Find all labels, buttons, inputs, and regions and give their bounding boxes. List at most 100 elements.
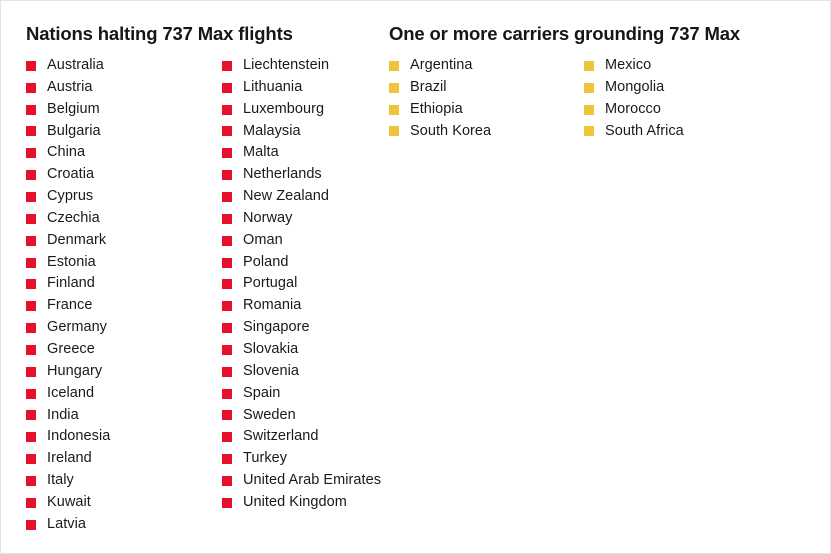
red-square-marker — [26, 301, 36, 312]
list-item: Morocco — [584, 99, 784, 121]
list-item-label: Iceland — [47, 384, 95, 401]
list-item-label: Argentina — [410, 57, 473, 73]
list-item-label: Ireland — [47, 450, 92, 467]
yellow-square-marker — [584, 82, 594, 93]
list-item-label: South Korea — [410, 122, 492, 139]
list-item-label: Finland — [47, 275, 95, 292]
red-square-marker — [222, 279, 232, 290]
list-item-label: India — [47, 406, 79, 423]
list-item: Germany — [26, 317, 222, 339]
list-item: China — [26, 142, 222, 164]
nations-column-1: Australia Austria Belgium Bulgaria China Croa… — [26, 55, 222, 536]
panel-carriers-title: One or more carriers grounding 737 Max — [389, 23, 741, 44]
list-item: Mexico — [584, 55, 784, 77]
list-item-label: Liechtenstein — [243, 57, 330, 73]
list-item-label: Ethiopia — [410, 100, 463, 117]
red-square-marker — [26, 323, 36, 334]
red-square-marker — [26, 257, 36, 268]
list-item-label: Portugal — [243, 275, 298, 292]
list-item: Netherlands — [222, 164, 382, 186]
red-square-marker — [222, 213, 232, 224]
list-item-label: Netherlands — [243, 166, 322, 183]
list-item: Norway — [222, 208, 382, 230]
list-item: Poland — [222, 252, 382, 274]
red-square-marker — [26, 148, 36, 159]
list-item: Spain — [222, 383, 382, 405]
red-square-marker — [222, 257, 232, 268]
list-item: Slovenia — [222, 361, 382, 383]
list-item-label: Czechia — [47, 209, 100, 226]
list-item-label: Cyprus — [47, 188, 94, 205]
red-square-marker — [222, 104, 232, 115]
list-item: Slovakia — [222, 339, 382, 361]
list-item: Brazil — [389, 77, 584, 99]
list-item-label: Slovenia — [243, 362, 300, 379]
list-item-label: United Arab Emirates — [243, 472, 382, 489]
list-item-label: Hungary — [47, 362, 103, 379]
list-item-label: Switzerland — [243, 428, 319, 445]
panel-carriers-grounding: One or more carriers grounding 737 Max A… — [389, 1, 809, 553]
red-square-marker — [222, 366, 232, 377]
red-square-marker — [222, 410, 232, 421]
list-item: Iceland — [26, 383, 222, 405]
infographic-root: Nations halting 737 Max flights Australi… — [0, 0, 831, 554]
yellow-square-marker — [584, 104, 594, 115]
list-item: South Korea — [389, 121, 584, 143]
list-item-label: Morocco — [605, 100, 661, 117]
list-item: Australia — [26, 55, 222, 77]
yellow-square-marker — [389, 82, 399, 93]
list-item: Singapore — [222, 317, 382, 339]
list-item: Romania — [222, 295, 382, 317]
panel-nations-columns: Australia Austria Belgium Bulgaria China Croa… — [26, 55, 381, 536]
list-item: Ethiopia — [389, 99, 584, 121]
list-item-label: Turkey — [243, 450, 288, 467]
list-item-label: Italy — [47, 472, 74, 489]
list-item: Greece — [26, 339, 222, 361]
list-item-label: Brazil — [410, 78, 447, 95]
red-square-marker — [222, 323, 232, 334]
red-square-marker — [26, 82, 36, 93]
list-item-label: Croatia — [47, 166, 95, 183]
list-item-label: Poland — [243, 253, 289, 270]
red-square-marker — [26, 366, 36, 377]
red-square-marker — [222, 301, 232, 312]
red-square-marker — [26, 279, 36, 290]
list-item: Denmark — [26, 230, 222, 252]
red-square-marker — [26, 60, 36, 71]
list-item-label: China — [47, 144, 86, 161]
list-item: New Zealand — [222, 186, 382, 208]
list-item: Malta — [222, 142, 382, 164]
red-square-marker — [222, 475, 232, 486]
list-item: Sweden — [222, 405, 382, 427]
red-square-marker — [26, 191, 36, 202]
list-item-label: Sweden — [243, 406, 296, 423]
list-item-label: Slovakia — [243, 340, 299, 357]
list-item: Hungary — [26, 361, 222, 383]
list-item: Cyprus — [26, 186, 222, 208]
red-square-marker — [222, 432, 232, 443]
list-item-label: Belgium — [47, 100, 100, 117]
list-item: Italy — [26, 470, 222, 492]
red-square-marker — [222, 454, 232, 465]
list-item-label: Norway — [243, 209, 293, 226]
yellow-square-marker — [584, 126, 594, 137]
red-square-marker — [26, 213, 36, 224]
list-item-label: Indonesia — [47, 428, 111, 445]
list-item-label: Germany — [47, 319, 107, 336]
list-item-label: Denmark — [47, 231, 107, 248]
red-square-marker — [26, 497, 36, 508]
list-item-label: Luxembourg — [243, 100, 325, 117]
red-square-marker — [222, 126, 232, 137]
red-square-marker — [222, 497, 232, 508]
list-item: Malaysia — [222, 121, 382, 143]
list-item: Estonia — [26, 252, 222, 274]
red-square-marker — [222, 148, 232, 159]
panel-carriers-columns: Argentina Brazil Ethiopia South Korea Mexic… — [389, 55, 809, 142]
list-item-label: Spain — [243, 384, 281, 401]
list-item: France — [26, 295, 222, 317]
list-item-label: South Africa — [605, 122, 684, 139]
list-item: Switzerland — [222, 426, 382, 448]
red-square-marker — [26, 235, 36, 246]
carriers-column-1: Argentina Brazil Ethiopia South Korea — [389, 55, 584, 142]
list-item: Finland — [26, 273, 222, 295]
